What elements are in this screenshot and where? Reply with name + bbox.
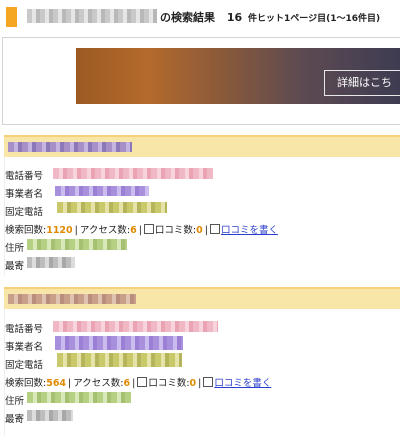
review-count: 0 [189, 378, 197, 389]
owner-label: 事業者名 [5, 342, 44, 353]
results-header: の検索結果 16 件ヒット1ページ目(1〜16件目) [0, 0, 400, 34]
blurred-nearest [27, 410, 73, 421]
address-row: 住所 [5, 240, 24, 254]
blurred-landline [57, 353, 182, 367]
owner-label: 事業者名 [5, 189, 44, 200]
blurred-listing-name[interactable] [8, 142, 132, 152]
access-label: アクセス数: [79, 225, 131, 236]
search-count: 1120 [46, 225, 73, 236]
listing-header[interactable] [4, 287, 400, 309]
hit-text: 件ヒット1ページ目(1〜16件目) [248, 14, 381, 24]
access-count: 6 [130, 225, 137, 236]
address-row: 住所 [5, 393, 24, 407]
listing-header[interactable] [4, 135, 400, 157]
blurred-search-query [27, 9, 157, 23]
blurred-owner [55, 186, 149, 196]
write-review-link[interactable]: 口コミを書く [221, 225, 278, 236]
write-review-link[interactable]: 口コミを書く [214, 378, 271, 389]
landline-row: 固定電話 [5, 357, 43, 371]
write-review-icon[interactable] [203, 377, 214, 387]
phone-row: 電話番号 [5, 321, 43, 335]
blurred-landline [57, 202, 167, 213]
access-count: 6 [123, 378, 131, 389]
blurred-phone [53, 321, 218, 332]
review-icon [143, 224, 154, 234]
blurred-phone [53, 168, 213, 179]
phone-label: 電話番号 [5, 324, 44, 335]
landline-row: 固定電話 [5, 204, 43, 218]
results-suffix: の検索結果 [160, 11, 215, 24]
phone-row: 電話番号 [5, 168, 43, 182]
blurred-nearest [27, 257, 75, 268]
results-summary: の検索結果 16 件ヒット1ページ目(1〜16件目) [160, 9, 380, 25]
header-marker [6, 7, 17, 27]
blurred-address [27, 239, 127, 250]
blurred-owner [55, 336, 183, 350]
nearest-label: 最寄 [5, 261, 25, 272]
nearest-label: 最寄 [5, 414, 25, 425]
phone-label: 電話番号 [5, 171, 44, 182]
landline-label: 固定電話 [5, 360, 44, 371]
banner-detail-button[interactable]: 詳細はこち [324, 70, 400, 96]
search-label: 検索回数: [5, 378, 47, 389]
landline-label: 固定電話 [5, 207, 44, 218]
address-label: 住所 [5, 243, 25, 254]
nearest-row: 最寄 [5, 411, 24, 425]
review-count: 0 [196, 225, 203, 236]
review-icon [137, 377, 148, 387]
access-label: アクセス数: [73, 378, 124, 389]
review-label: 口コミ数: [154, 225, 197, 236]
hit-count: 16 [226, 11, 243, 24]
stats-row: 検索回数:564 | アクセス数:6 | 口コミ数:0 | 口コミを書く [5, 377, 272, 389]
write-review-icon[interactable] [209, 224, 220, 234]
blurred-address [27, 392, 131, 403]
stats-row: 検索回数:1120 | アクセス数:6 | 口コミ数:0 | 口コミを書く [5, 224, 278, 236]
blurred-listing-name[interactable] [8, 294, 136, 304]
owner-row: 事業者名 [5, 339, 43, 353]
search-label: 検索回数: [5, 225, 47, 236]
nearest-row: 最寄 [5, 258, 24, 272]
address-label: 住所 [5, 396, 25, 407]
owner-row: 事業者名 [5, 186, 43, 200]
search-count: 564 [46, 378, 67, 389]
review-label: 口コミ数: [148, 378, 190, 389]
